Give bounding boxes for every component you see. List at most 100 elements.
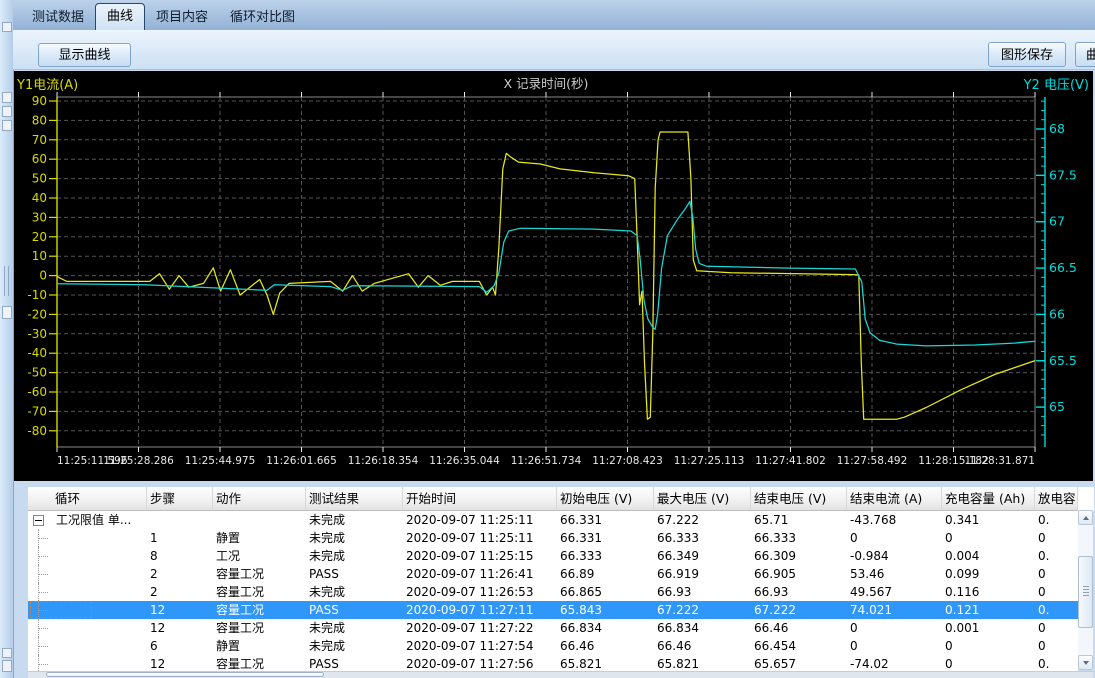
vertical-scrollbar-thumb[interactable] [1078, 556, 1093, 628]
cell: 未完成 [306, 529, 403, 547]
tab-4[interactable]: 循环对比图 [219, 6, 306, 30]
cell: 2020-09-07 11:25:11 [403, 529, 557, 547]
table-row[interactable]: 8工况未完成2020-09-07 11:25:1566.33366.34966.… [28, 547, 1078, 565]
cell: 67.222 [654, 601, 751, 619]
y1-tick-label: 40 [32, 191, 47, 205]
cell: 67.222 [751, 601, 847, 619]
cell: 容量工况 [213, 565, 306, 583]
x-tick-label: 11:26:01.665 [266, 455, 337, 467]
collapse-toggle-icon[interactable] [33, 515, 44, 526]
cell: 66.93 [654, 583, 751, 601]
column-header-9[interactable]: 结束电流 (A) [847, 487, 942, 511]
cell: 0 [1035, 565, 1078, 583]
tree-branch-line [38, 637, 53, 655]
table-row[interactable]: 1静置未完成2020-09-07 11:25:1166.33166.33366.… [28, 529, 1078, 547]
table-row[interactable]: 工况限值 单...未完成2020-09-07 11:25:1166.33167.… [28, 511, 1078, 529]
cell: 0.116 [942, 583, 1035, 601]
y2-tick-label: 66.5 [1049, 260, 1077, 275]
y2-tick-label: 65 [1049, 399, 1065, 414]
cell [213, 511, 306, 529]
cell [28, 547, 147, 565]
cell: 1 [147, 529, 213, 547]
cell: -0.984 [847, 547, 942, 565]
y1-tick-label: 70 [32, 133, 47, 147]
column-header-8[interactable]: 结束电压 (V) [751, 487, 847, 511]
scroll-up-icon[interactable] [1078, 510, 1093, 525]
horizontal-scrollbar-thumb[interactable] [46, 672, 324, 677]
table-row[interactable]: 12容量工况PASS2020-09-07 11:27:1165.84367.22… [28, 601, 1078, 619]
results-table: 循环步骤动作测试结果开始时间初始电压 (V)最大电压 (V)结束电压 (V)结束… [28, 487, 1078, 673]
cell: PASS [306, 601, 403, 619]
cell: 静置 [213, 637, 306, 655]
cell: 容量工况 [213, 601, 306, 619]
table-row[interactable]: 2容量工况未完成2020-09-07 11:26:5366.86566.9366… [28, 583, 1078, 601]
y2-axis-title: Y2 电压(V) [1023, 78, 1089, 93]
cell [28, 529, 147, 547]
column-header-1[interactable]: 循环 [28, 487, 147, 511]
cell: 未完成 [306, 511, 403, 529]
table-row[interactable]: 6静置未完成2020-09-07 11:27:5466.4666.4666.45… [28, 637, 1078, 655]
table-header-row: 循环步骤动作测试结果开始时间初始电压 (V)最大电压 (V)结束电压 (V)结束… [28, 487, 1078, 511]
y1-tick-label: 10 [32, 249, 47, 263]
cell: 66.46 [557, 637, 654, 655]
cell [28, 619, 147, 637]
tab-3[interactable]: 项目内容 [145, 6, 219, 30]
cell: 0 [1035, 529, 1078, 547]
column-header-11[interactable]: 放电容 [1035, 487, 1078, 511]
tab-bar: 测试数据曲线项目内容循环对比图 [13, 0, 1095, 30]
vertical-scrollbar[interactable] [1078, 510, 1093, 670]
column-header-5[interactable]: 开始时间 [403, 487, 557, 511]
column-header-10[interactable]: 充电容量 (Ah) [942, 487, 1035, 511]
table-row[interactable]: 2容量工况PASS2020-09-07 11:26:4166.8966.9196… [28, 565, 1078, 583]
splitter-handle[interactable] [8, 266, 9, 296]
column-header-2[interactable]: 步骤 [147, 487, 213, 511]
cell: 74.021 [847, 601, 942, 619]
column-header-6[interactable]: 初始电压 (V) [557, 487, 654, 511]
show-curve-button[interactable]: 显示曲线 [38, 43, 131, 67]
curve-chart[interactable]: 11:25:11.59611:25:28.28611:25:44.97511:2… [14, 71, 1093, 481]
y2-tick-label: 65.5 [1049, 353, 1077, 368]
x-tick-label: 11:25:44.975 [185, 455, 256, 467]
cell: 67.222 [654, 511, 751, 529]
tree-branch-line [38, 529, 53, 547]
y1-tick-label: 80 [32, 113, 47, 127]
column-header-7[interactable]: 最大电压 (V) [654, 487, 751, 511]
cell: 工况 [213, 547, 306, 565]
cell: 12 [147, 601, 213, 619]
y1-tick-label: -60 [27, 385, 47, 399]
cell: 12 [147, 619, 213, 637]
splitter-handle[interactable] [4, 266, 5, 296]
panel-list-icon [2, 120, 12, 131]
collapsed-panel-strip[interactable] [0, 0, 14, 678]
cell: 容量工况 [213, 619, 306, 637]
tab-2[interactable]: 曲线 [95, 3, 145, 30]
cell: 66.834 [654, 619, 751, 637]
scroll-down-icon[interactable] [1078, 655, 1093, 670]
y1-tick-label: -70 [27, 404, 47, 418]
x-tick-label: 11:28:31.871 [964, 455, 1035, 467]
cell: 66.333 [557, 547, 654, 565]
cell: PASS [306, 565, 403, 583]
cell: 容量工况 [213, 583, 306, 601]
cell: 未完成 [306, 583, 403, 601]
table-row[interactable]: 12容量工况未完成2020-09-07 11:27:2266.83466.834… [28, 619, 1078, 637]
cell [147, 511, 213, 529]
clipped-curve-button[interactable]: 曲 [1075, 42, 1095, 67]
y1-tick-label: -30 [27, 327, 47, 341]
horizontal-scrollbar[interactable] [28, 671, 1093, 678]
cell: 2 [147, 565, 213, 583]
battery-test-app-window: { "tabs": { "items": [ {"label": "测试数据"}… [0, 0, 1095, 678]
cell: 49.567 [847, 583, 942, 601]
save-graphic-button[interactable]: 图形保存 [988, 42, 1066, 67]
tab-1[interactable]: 测试数据 [21, 6, 95, 30]
cell: 2020-09-07 11:25:15 [403, 547, 557, 565]
cell: 0 [847, 637, 942, 655]
cell: 0 [1035, 583, 1078, 601]
column-header-3[interactable]: 动作 [213, 487, 306, 511]
scrollbar-gap [1078, 487, 1094, 511]
cell: 2020-09-07 11:25:11 [403, 511, 557, 529]
y1-tick-label: 50 [32, 172, 47, 186]
column-header-4[interactable]: 测试结果 [306, 487, 403, 511]
cell: 66.333 [751, 529, 847, 547]
cycle-label: 工况限值 单... [56, 511, 131, 529]
